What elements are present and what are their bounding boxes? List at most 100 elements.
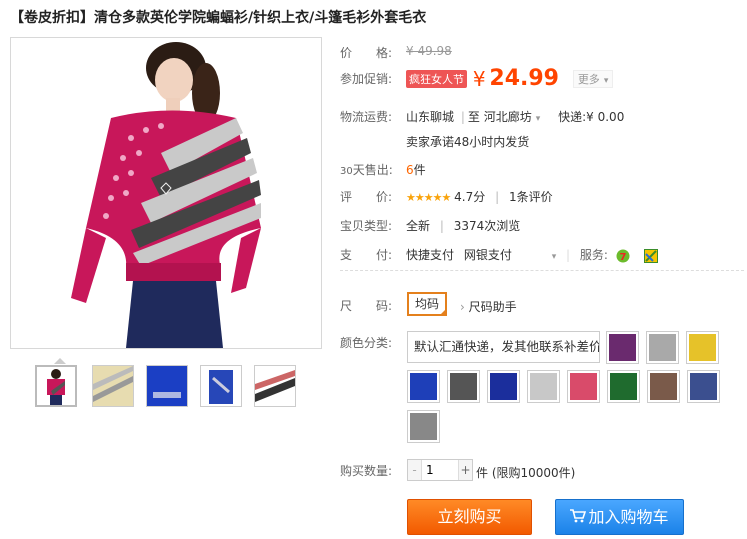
review-count-link[interactable]: 1条评价 xyxy=(509,190,553,204)
thumbnail-1-image xyxy=(37,367,75,405)
price-label: 价 格: xyxy=(340,46,393,60)
ship-method: 快递: xyxy=(558,110,587,124)
sales-unit: 件 xyxy=(413,163,426,177)
color-swatch-3[interactable] xyxy=(686,331,719,364)
service-label: 服务: xyxy=(579,248,608,262)
swatch-12-image xyxy=(410,413,437,440)
more-promos-label: 更多 xyxy=(577,72,600,86)
payment-label: 支 付: xyxy=(340,248,393,262)
sales-label-days: 30 xyxy=(340,166,353,177)
rating-stars-icon: ★★★★★ xyxy=(406,191,451,204)
ship-to: 河北廊坊 xyxy=(483,110,532,124)
thumbnail-2[interactable] xyxy=(92,365,134,407)
sales-count: 6 xyxy=(406,163,414,177)
thumbnail-5[interactable] xyxy=(254,365,296,407)
quantity-increase-button[interactable]: + xyxy=(458,460,472,480)
ship-from: 山东聊城 xyxy=(406,110,455,124)
swatch-8-image xyxy=(570,373,597,400)
quantity-stepper: - + xyxy=(407,459,473,481)
ship-to-prefix: 至 xyxy=(467,110,480,124)
chevron-down-icon: ▾ xyxy=(603,75,609,86)
color-swatch-9[interactable] xyxy=(607,370,640,403)
payment-method-bank: 网银支付 xyxy=(463,248,512,262)
promo-currency: ¥ xyxy=(472,66,486,91)
swatch-11-image xyxy=(690,373,717,400)
chevron-down-icon: ▾ xyxy=(535,114,541,124)
item-type-label: 宝贝类型: xyxy=(340,219,393,233)
promo-label: 参加促销: xyxy=(340,72,393,86)
quantity-row: 购买数量: xyxy=(340,462,404,479)
payment-method-quick: 快捷支付 xyxy=(406,248,455,262)
color-swatch-4[interactable] xyxy=(407,370,440,403)
product-photo xyxy=(11,38,321,348)
payment-expand-icon[interactable]: ▾ xyxy=(552,252,557,262)
color-swatch-12[interactable] xyxy=(407,410,440,443)
section-divider xyxy=(340,270,744,271)
seven-day-return-icon-graphic: 7 xyxy=(616,249,630,263)
color-swatch-7[interactable] xyxy=(527,370,560,403)
swatch-1-image xyxy=(609,334,636,361)
sales-label: 天售出: xyxy=(352,163,393,177)
rating-score: 4.7分 xyxy=(454,190,486,204)
divider: | xyxy=(460,110,465,124)
chevron-right-icon: › xyxy=(460,300,465,314)
size-helper-link[interactable]: › 尺码助手 xyxy=(460,298,517,315)
item-condition: 全新 xyxy=(406,219,431,233)
seven-day-return-icon[interactable]: 7 xyxy=(616,249,630,263)
color-swatch-6[interactable] xyxy=(487,370,520,403)
guarantee-icon[interactable] xyxy=(643,248,658,263)
swatch-4-image xyxy=(410,373,437,400)
product-title: 【卷皮折扣】清仓多款英伦学院蝙蝠衫/针织上衣/斗篷毛衫外套毛衣 xyxy=(10,10,427,26)
thumbnail-1[interactable] xyxy=(35,365,77,407)
swatch-5-image xyxy=(450,373,477,400)
more-promos-button[interactable]: 更多 ▾ xyxy=(572,69,614,88)
size-option-one-size[interactable]: 均码 xyxy=(407,292,447,316)
promo-tag: 疯狂女人节 xyxy=(406,69,467,88)
ship-to-select[interactable]: 河北廊坊 ▾ xyxy=(484,110,541,124)
color-swatch-8[interactable] xyxy=(567,370,600,403)
color-swatch-11[interactable] xyxy=(687,370,720,403)
color-row: 颜色分类: xyxy=(340,334,404,351)
color-swatch-1[interactable] xyxy=(606,331,639,364)
size-row: 尺 码: xyxy=(340,297,404,314)
ship-promise: 卖家承诺48小时内发货 xyxy=(406,135,530,149)
swatch-10-image xyxy=(650,373,677,400)
quantity-input[interactable] xyxy=(423,461,457,479)
color-swatch-5[interactable] xyxy=(447,370,480,403)
shipping-label: 物流运费: xyxy=(340,110,393,124)
cart-icon xyxy=(570,501,587,535)
divider: | xyxy=(566,248,571,262)
divider: | xyxy=(439,219,444,233)
color-option-notice[interactable]: 默认汇通快递，发其他联系补差价 xyxy=(407,331,600,363)
shipping-row: 物流运费: 山东聊城 | 至 河北廊坊 ▾ 快递:¥ 0.00 xyxy=(340,108,624,125)
swatch-9-image xyxy=(610,373,637,400)
thumbnail-3[interactable] xyxy=(146,365,188,407)
payment-row: 支 付: 快捷支付 网银支付 ▾ | 服务: 7 xyxy=(340,246,744,263)
price-row: 价 格: ¥ 49.98 xyxy=(340,44,452,61)
thumbnail-4-image xyxy=(201,366,241,406)
color-swatch-10[interactable] xyxy=(647,370,680,403)
svg-text:7: 7 xyxy=(619,252,626,263)
ship-fee: ¥ 0.00 xyxy=(586,110,625,124)
buy-now-button[interactable]: 立刻购买 xyxy=(407,499,532,535)
quantity-decrease-button[interactable]: - xyxy=(408,460,422,480)
sales-row: 30天售出: 6件 xyxy=(340,161,426,178)
thumbnail-3-image xyxy=(147,366,187,406)
thumbnail-4[interactable] xyxy=(200,365,242,407)
swatch-6-image xyxy=(490,373,517,400)
add-to-cart-label: 加入购物车 xyxy=(588,507,669,527)
thumbnail-5-image xyxy=(255,366,295,406)
color-label: 颜色分类: xyxy=(340,336,393,350)
swatch-2-image xyxy=(649,334,676,361)
add-to-cart-button[interactable]: 加入购物车 xyxy=(555,499,684,535)
quantity-limit: 件 (限购10000件) xyxy=(476,466,576,480)
main-product-image[interactable] xyxy=(10,37,322,349)
thumbnail-pointer xyxy=(54,358,66,364)
size-helper-label: 尺码助手 xyxy=(468,300,517,314)
guarantee-icon-graphic xyxy=(643,248,658,263)
rating-row: 评 价: ★★★★★ 4.7分 | 1条评价 xyxy=(340,188,553,205)
promo-row: 参加促销: 疯狂女人节 ¥ 24.99 更多 ▾ xyxy=(340,66,614,94)
swatch-7-image xyxy=(530,373,557,400)
color-swatch-2[interactable] xyxy=(646,331,679,364)
promo-price: 24.99 xyxy=(489,66,559,91)
